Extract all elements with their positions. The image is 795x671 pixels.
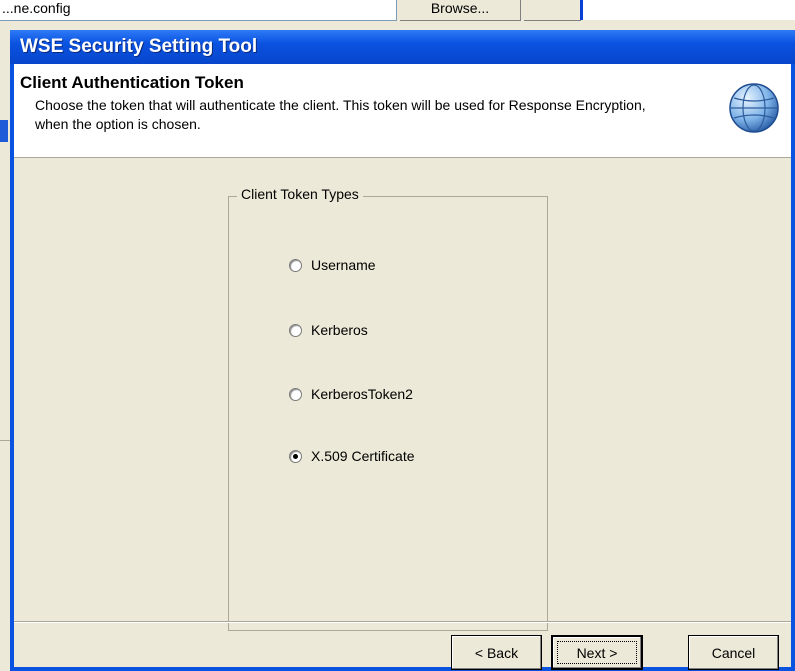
- group-label: Client Token Types: [237, 186, 363, 202]
- radio-button-icon[interactable]: [289, 449, 302, 463]
- back-button[interactable]: < Back: [451, 635, 542, 670]
- radio-kerberos[interactable]: Kerberos: [289, 322, 368, 338]
- globe-icon: [729, 83, 779, 133]
- radio-label: X.509 Certificate: [311, 448, 415, 464]
- radio-button-icon[interactable]: [289, 258, 302, 272]
- background-area: [583, 0, 795, 20]
- radio-label: Username: [311, 257, 376, 273]
- client-token-types-group: Client Token Types Username Kerberos Ker…: [228, 186, 548, 631]
- radio-label: KerberosToken2: [311, 386, 413, 402]
- background-path-text: ...ne.config: [2, 0, 71, 16]
- wizard-header: Client Authentication Token Choose the t…: [14, 64, 791, 158]
- radio-button-icon[interactable]: [289, 387, 302, 401]
- background-path-field[interactable]: ...ne.config: [0, 0, 397, 21]
- background-browse-button[interactable]: Browse...: [400, 0, 521, 21]
- cancel-button[interactable]: Cancel: [688, 635, 779, 670]
- page-description: Choose the token that will authenticate …: [35, 97, 646, 132]
- radio-button-icon[interactable]: [289, 323, 302, 337]
- dialog-titlebar[interactable]: WSE Security Setting Tool: [10, 30, 795, 64]
- focus-rectangle: [557, 641, 637, 664]
- footer-separator: [14, 621, 791, 623]
- dialog-client-area: Client Authentication Token Choose the t…: [14, 64, 791, 670]
- background-divider: [0, 440, 10, 441]
- radio-username[interactable]: Username: [289, 257, 376, 273]
- background-icon-fragment: [0, 120, 8, 142]
- page-title: Client Authentication Token: [20, 73, 244, 92]
- radio-x509-certificate[interactable]: X.509 Certificate: [289, 448, 415, 464]
- next-button[interactable]: Next >: [551, 635, 643, 670]
- dialog-title: WSE Security Setting Tool: [20, 36, 258, 57]
- background-box: [524, 0, 581, 21]
- radio-kerberostoken2[interactable]: KerberosToken2: [289, 386, 413, 402]
- radio-label: Kerberos: [311, 322, 368, 338]
- wse-security-dialog: WSE Security Setting Tool Client Authent…: [10, 30, 795, 671]
